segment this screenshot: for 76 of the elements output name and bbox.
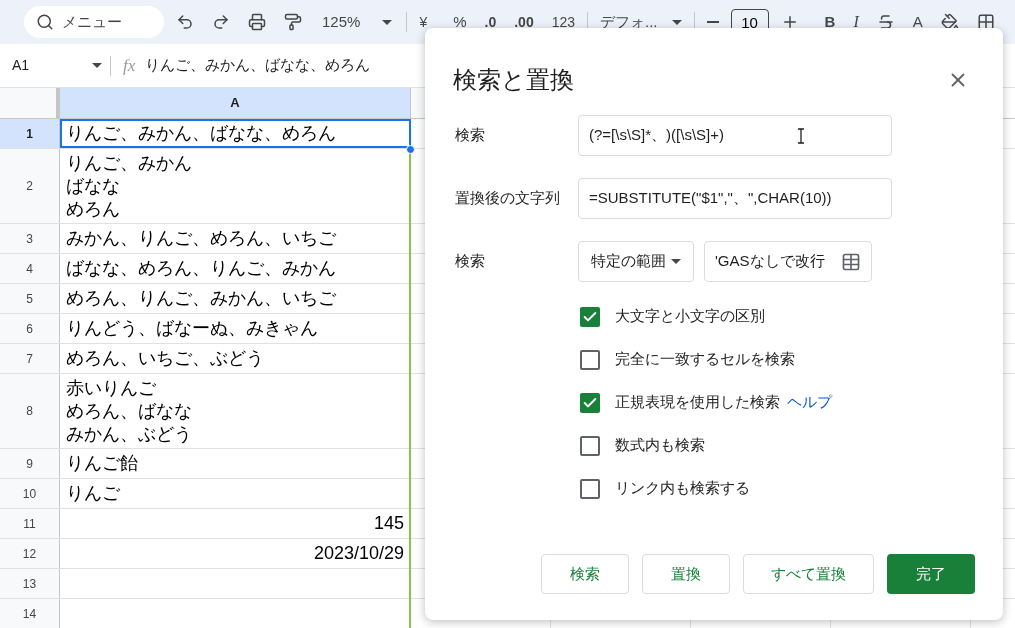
field-label: 置換後の文字列 [455,188,561,209]
caret-icon [382,19,393,25]
help-link[interactable]: ヘルプ [787,391,832,414]
option-label: 完全に一致するセルを検索 [615,349,795,370]
row-header[interactable]: 8 [0,374,60,448]
corner-cell[interactable] [0,88,60,118]
caret-icon [92,63,102,68]
bold-button[interactable]: B [818,8,842,36]
dialog-button[interactable]: 完了 [887,554,975,594]
text-cursor-icon [797,128,805,144]
dialog-button[interactable]: 検索 [541,554,629,594]
dialog-button[interactable]: 置換 [642,554,730,594]
checkbox[interactable] [580,306,600,327]
menu-search-box[interactable]: メニュー [24,6,164,38]
table-cell[interactable]: りんご、みかん、ばなな、めろん [60,119,411,148]
text-color-button[interactable]: A [906,8,929,36]
cell-line: ばなな [66,174,120,198]
row-header[interactable]: 10 [0,479,60,508]
option-label: リンク内も検索する [615,478,750,499]
paint-roller-icon [284,13,302,31]
column-header[interactable]: A [60,88,411,118]
zoom-dropdown[interactable]: 125% [314,8,401,36]
row-header[interactable]: 2 [0,149,60,223]
row-header[interactable]: 4 [0,254,60,283]
row-header[interactable]: 9 [0,449,60,478]
minus-icon [706,21,719,23]
paint-bucket-icon [940,13,959,31]
function-label: fx [123,54,136,77]
decrease-decimal-button[interactable]: .0 [478,8,503,36]
field-label: 検索 [455,251,486,272]
checkbox[interactable] [580,478,600,499]
redo-icon [212,13,230,31]
scope-dropdown[interactable]: 特定の範囲 [578,241,694,282]
dialog-button[interactable]: すべて置換 [743,554,874,594]
text-field[interactable]: =SUBSTITUTE("$1","、",CHAR(10)) [578,178,892,219]
formula-field[interactable]: りんご、みかん、ばなな、めろん [145,54,371,77]
borders-icon [976,13,995,31]
cell-line: みかん、ぶどう [66,422,192,446]
row-header[interactable]: 11 [0,509,60,538]
checkbox[interactable] [580,435,600,456]
increase-decimal-button[interactable]: .00 [508,8,540,36]
cell-line: めろん、ばなな [66,399,192,423]
number-format-button[interactable]: 123 [545,8,582,36]
field-label: 検索 [455,125,486,146]
checkbox[interactable] [580,349,600,370]
strikethrough-icon [876,13,895,31]
row-header[interactable]: 6 [0,314,60,343]
printer-icon [248,13,266,31]
cell-line: 赤いりんご [66,376,156,400]
row-header[interactable]: 3 [0,224,60,253]
caret-icon [671,259,681,264]
name-box[interactable]: A1 [0,55,110,76]
range-field[interactable]: 'GASなしで改行 [704,241,872,282]
row-header[interactable]: 14 [0,599,60,628]
row-header[interactable]: 7 [0,344,60,373]
option-label: 数式内も検索 [615,435,705,456]
row-header[interactable]: 12 [0,539,60,568]
option-label: 大文字と小文字の区別 [615,306,765,327]
cell-line: めろん [66,197,120,221]
row-header[interactable]: 1 [0,119,60,148]
caret-icon [671,19,682,25]
currency-button[interactable]: ¥ [413,8,434,36]
select-range-icon [841,251,861,272]
undo-icon [176,13,194,31]
italic-button[interactable]: I [847,8,865,36]
row-header[interactable]: 5 [0,284,60,313]
dialog-title: 検索と置換 [453,65,574,95]
text-field[interactable]: (?=[\s\S]*、)([\s\S]+) [578,115,892,156]
percent-button[interactable]: % [447,8,473,36]
checkbox[interactable] [580,392,600,413]
cell-line: りんご、みかん [66,151,192,175]
menu-search-field[interactable]: メニュー [62,10,152,34]
row-header[interactable]: 13 [0,569,60,598]
fill-handle[interactable] [406,145,415,154]
search-icon [36,13,54,31]
option-label: 正規表現を使用した検索 [615,392,780,413]
